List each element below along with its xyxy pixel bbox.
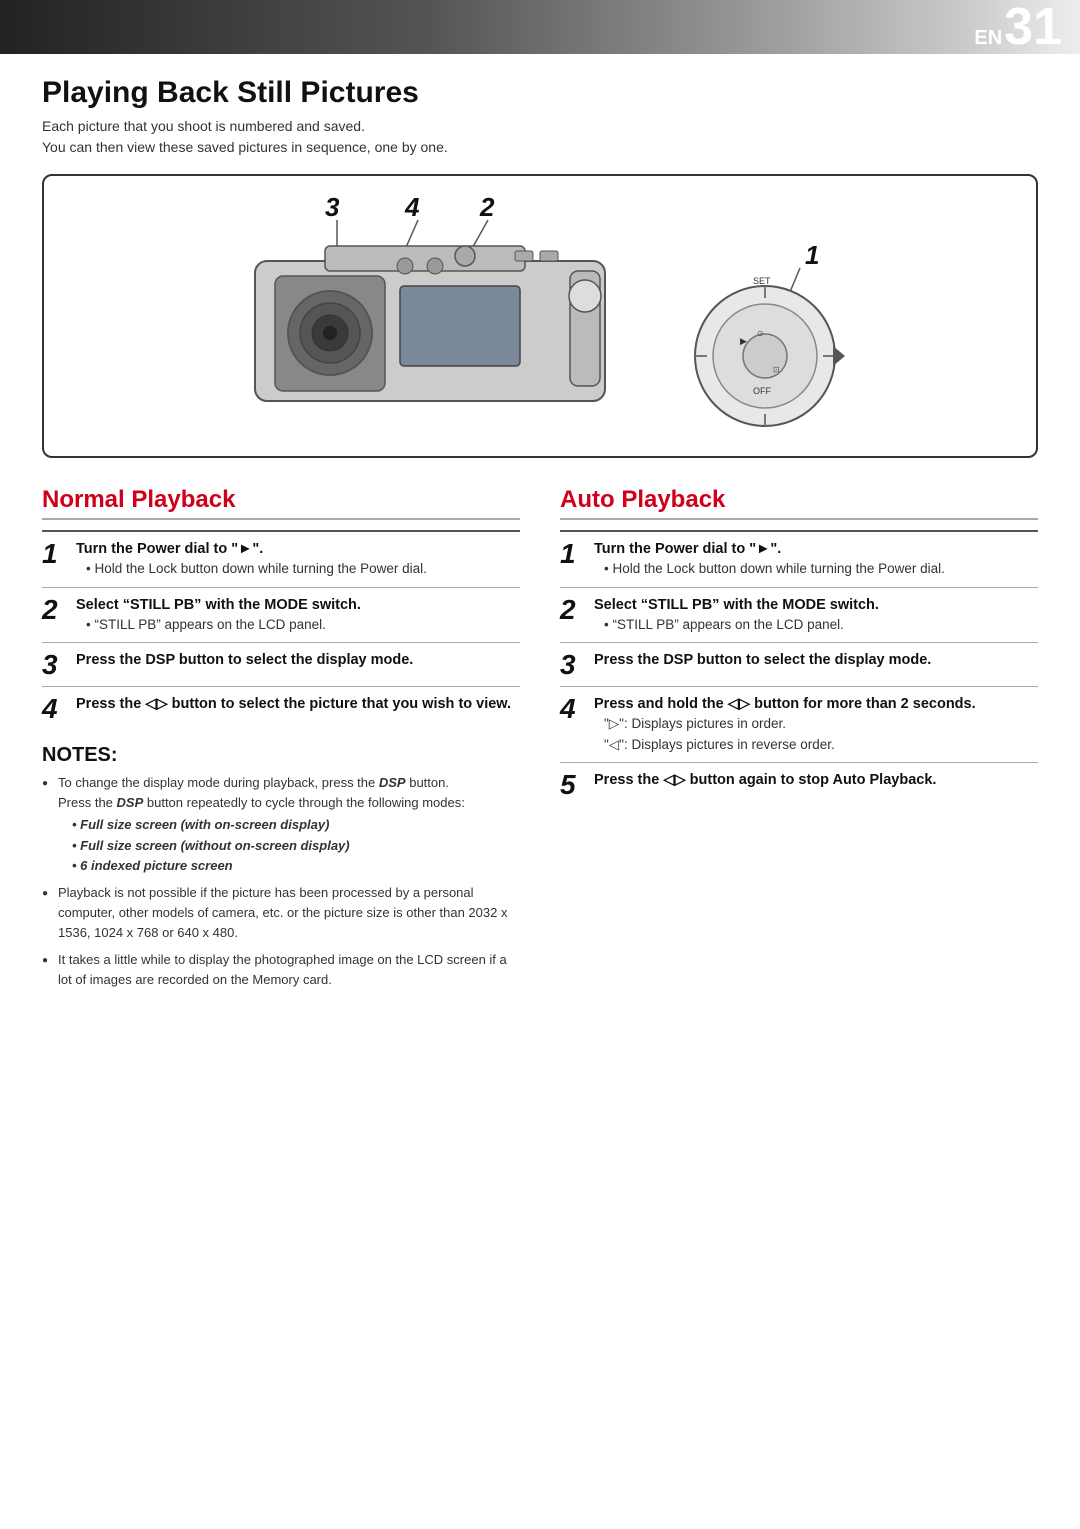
normal-step-4: 4 Press the ◁▷ button to select the pict… bbox=[42, 686, 520, 730]
svg-text:SET: SET bbox=[753, 276, 771, 286]
step-2-sub: “STILL PB” appears on the LCD panel. bbox=[76, 615, 520, 635]
step-1-sub-1: Hold the Lock button down while turning … bbox=[86, 559, 520, 579]
step-1-num: 1 bbox=[42, 539, 76, 568]
notes-list: To change the display mode during playba… bbox=[42, 773, 520, 990]
note-1-sub: Full size screen (with on-screen display… bbox=[58, 815, 520, 875]
svg-text:⊙: ⊙ bbox=[757, 329, 764, 338]
auto-step-3-num: 3 bbox=[560, 650, 594, 679]
page-number: 31 bbox=[1004, 1, 1062, 53]
svg-text:1: 1 bbox=[805, 240, 819, 270]
normal-step-1: 1 Turn the Power dial to "►". Hold the L… bbox=[42, 530, 520, 587]
header-bar: EN 31 bbox=[0, 0, 1080, 54]
auto-step-3-main: Press the DSP button to select the displ… bbox=[594, 650, 1038, 670]
step-2-num: 2 bbox=[42, 595, 76, 624]
svg-text:▶: ▶ bbox=[740, 336, 747, 346]
auto-step-2-content: Select “STILL PB” with the MODE switch. … bbox=[594, 595, 1038, 636]
note-1: To change the display mode during playba… bbox=[42, 773, 520, 876]
step-2-content: Select “STILL PB” with the MODE switch. … bbox=[76, 595, 520, 636]
auto-step-5: 5 Press the ◁▷ button again to stop Auto… bbox=[560, 762, 1038, 806]
step-3-content: Press the DSP button to select the displ… bbox=[76, 650, 520, 670]
svg-text:OFF: OFF bbox=[753, 386, 771, 396]
camera-svg: 3 4 2 bbox=[225, 196, 645, 416]
auto-playback-steps: 1 Turn the Power dial to "►". Hold the L… bbox=[560, 530, 1038, 806]
auto-step-4: 4 Press and hold the ◁▷ button for more … bbox=[560, 686, 1038, 762]
auto-playback-section: Auto Playback 1 Turn the Power dial to "… bbox=[560, 486, 1038, 998]
page-title: Playing Back Still Pictures bbox=[42, 76, 1038, 110]
step-4-content: Press the ◁▷ button to select the pictur… bbox=[76, 694, 520, 714]
auto-step-1-num: 1 bbox=[560, 539, 594, 568]
auto-step-4-sub: "▷": Displays pictures in order. "◁": Di… bbox=[594, 714, 1038, 755]
auto-step-3: 3 Press the DSP button to select the dis… bbox=[560, 642, 1038, 686]
intro-line-2: You can then view these saved pictures i… bbox=[42, 137, 1038, 158]
auto-step-2-sub: “STILL PB” appears on the LCD panel. bbox=[594, 615, 1038, 635]
auto-step-2-sub-1: “STILL PB” appears on the LCD panel. bbox=[604, 615, 1038, 635]
dial-drawing: 1 SET ▶ bbox=[685, 196, 855, 436]
intro-text: Each picture that you shoot is numbered … bbox=[42, 116, 1038, 158]
two-column-section: Normal Playback 1 Turn the Power dial to… bbox=[42, 486, 1038, 998]
step-2-main: Select “STILL PB” with the MODE switch. bbox=[76, 595, 520, 615]
auto-step-4-content: Press and hold the ◁▷ button for more th… bbox=[594, 694, 1038, 755]
step-4-main: Press the ◁▷ button to select the pictur… bbox=[76, 694, 520, 714]
note-sub-1: Full size screen (with on-screen display… bbox=[58, 815, 520, 835]
normal-playback-section: Normal Playback 1 Turn the Power dial to… bbox=[42, 486, 520, 998]
note-sub-2: Full size screen (without on-screen disp… bbox=[58, 836, 520, 856]
normal-step-2: 2 Select “STILL PB” with the MODE switch… bbox=[42, 587, 520, 643]
auto-step-2: 2 Select “STILL PB” with the MODE switch… bbox=[560, 587, 1038, 643]
auto-step-5-num: 5 bbox=[560, 770, 594, 799]
camera-illustration-box: 3 4 2 bbox=[42, 174, 1038, 458]
step-3-num: 3 bbox=[42, 650, 76, 679]
svg-text:⊡: ⊡ bbox=[773, 365, 780, 374]
svg-text:4: 4 bbox=[404, 196, 420, 222]
step-1-main: Turn the Power dial to "►". bbox=[76, 539, 520, 559]
normal-playback-heading: Normal Playback bbox=[42, 486, 520, 520]
auto-step-4-sub-2: "◁": Displays pictures in reverse order. bbox=[604, 735, 1038, 755]
normal-step-3: 3 Press the DSP button to select the dis… bbox=[42, 642, 520, 686]
auto-step-4-num: 4 bbox=[560, 694, 594, 723]
auto-step-1: 1 Turn the Power dial to "►". Hold the L… bbox=[560, 530, 1038, 587]
dial-svg: 1 SET ▶ bbox=[685, 236, 855, 436]
auto-step-1-sub-1: Hold the Lock button down while turning … bbox=[604, 559, 1038, 579]
auto-step-5-content: Press the ◁▷ button again to stop Auto P… bbox=[594, 770, 1038, 790]
auto-step-4-main: Press and hold the ◁▷ button for more th… bbox=[594, 694, 1038, 714]
auto-step-5-main: Press the ◁▷ button again to stop Auto P… bbox=[594, 770, 1038, 790]
auto-step-2-main: Select “STILL PB” with the MODE switch. bbox=[594, 595, 1038, 615]
svg-text:2: 2 bbox=[479, 196, 495, 222]
step-1-content: Turn the Power dial to "►". Hold the Loc… bbox=[76, 539, 520, 580]
auto-step-1-sub: Hold the Lock button down while turning … bbox=[594, 559, 1038, 579]
page-number-box: EN 31 bbox=[974, 1, 1062, 53]
note-3: It takes a little while to display the p… bbox=[42, 950, 520, 990]
note-2: Playback is not possible if the picture … bbox=[42, 883, 520, 943]
svg-text:3: 3 bbox=[325, 196, 340, 222]
notes-section: NOTES: To change the display mode during… bbox=[42, 744, 520, 990]
main-content: Playing Back Still Pictures Each picture… bbox=[0, 54, 1080, 1028]
notes-title: NOTES: bbox=[42, 744, 520, 767]
camera-drawing: 3 4 2 bbox=[225, 196, 645, 420]
normal-playback-steps: 1 Turn the Power dial to "►". Hold the L… bbox=[42, 530, 520, 730]
step-1-sub: Hold the Lock button down while turning … bbox=[76, 559, 520, 579]
step-4-num: 4 bbox=[42, 694, 76, 723]
intro-line-1: Each picture that you shoot is numbered … bbox=[42, 116, 1038, 137]
auto-step-3-content: Press the DSP button to select the displ… bbox=[594, 650, 1038, 670]
auto-step-1-main: Turn the Power dial to "►". bbox=[594, 539, 1038, 559]
auto-step-2-num: 2 bbox=[560, 595, 594, 624]
note-sub-3: 6 indexed picture screen bbox=[58, 856, 520, 876]
en-label: EN bbox=[974, 27, 1002, 50]
step-3-main: Press the DSP button to select the displ… bbox=[76, 650, 520, 670]
auto-step-1-content: Turn the Power dial to "►". Hold the Loc… bbox=[594, 539, 1038, 580]
auto-playback-heading: Auto Playback bbox=[560, 486, 1038, 520]
camera-illustration: 3 4 2 bbox=[225, 196, 855, 436]
auto-step-4-sub-1: "▷": Displays pictures in order. bbox=[604, 714, 1038, 734]
step-2-sub-1: “STILL PB” appears on the LCD panel. bbox=[86, 615, 520, 635]
